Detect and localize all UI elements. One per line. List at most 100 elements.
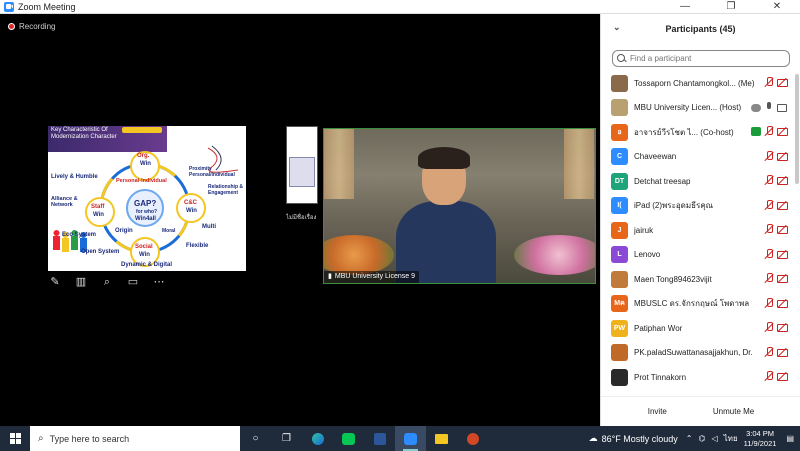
share-toolbar: ✎ ▥ ⌕ ▭ ⋯ [48, 275, 166, 289]
avatar: I( [611, 197, 628, 215]
taskbar-search-text: Type here to search [49, 433, 130, 444]
avatar: DT [611, 172, 628, 190]
participant-row[interactable]: อ อาจารย์วีรโชต ไ... (Co-host) [601, 120, 791, 145]
multi-label: Multi [202, 224, 216, 230]
video-tile[interactable]: ▮ MBU University License 9 [323, 128, 596, 284]
annotate-icon[interactable]: ▥ [74, 275, 88, 289]
dynamic-label: Dynamic & Digital [121, 262, 173, 268]
microphone-muted-icon [764, 77, 774, 88]
recording-label: Recording [19, 22, 56, 31]
cloud-recording-icon [751, 103, 761, 112]
tray-chevron-icon[interactable]: ⌃ [686, 434, 693, 443]
video-off-icon [777, 298, 788, 309]
participant-name: jairuk [634, 225, 654, 235]
participant-name: อาจารย์วีรโชต ไ... (Co-host) [634, 127, 734, 137]
speaker-figure [396, 147, 496, 283]
avatar [611, 368, 628, 386]
screen-icon[interactable]: ▭ [126, 275, 140, 289]
language-indicator[interactable]: ไทย [724, 432, 738, 445]
zoom-icon[interactable]: ⌕ [100, 275, 114, 289]
shared-screen[interactable]: Key Characteristic Of Modernization Char… [48, 126, 246, 271]
video-off-icon [777, 347, 788, 358]
avatar: อ [611, 123, 628, 141]
pen-icon[interactable]: ✎ [48, 275, 62, 289]
participant-name: MBU University Licen... (Host) [634, 103, 742, 113]
gap-sub: for who? [136, 209, 158, 215]
avatar: C [611, 148, 628, 166]
recording-indicator[interactable]: Recording [8, 22, 55, 31]
avatar: L [611, 246, 628, 264]
microphone-icon [764, 101, 774, 113]
participant-search-input[interactable] [630, 54, 780, 63]
participant-status [751, 101, 787, 113]
participant-status [764, 224, 788, 235]
participant-row[interactable]: I(iPad (2)พระอุดมธีรคุณ [601, 194, 791, 219]
word-icon[interactable] [364, 426, 395, 451]
microphone-muted-icon [764, 248, 774, 260]
powerpoint-icon[interactable] [457, 426, 488, 451]
network-icon[interactable]: ⌬ [699, 434, 706, 443]
line-icon[interactable] [333, 426, 364, 451]
clock[interactable]: 3:04 PM 11/9/2021 [744, 429, 777, 449]
thumbnail-image [289, 157, 315, 187]
personal-label: Personal-Individual [116, 178, 167, 184]
org-win: Win [140, 161, 151, 167]
avatar: J [611, 221, 628, 239]
participant-row[interactable]: PW Patiphan Wor [601, 316, 791, 341]
screen-share-icon [751, 127, 761, 136]
curtain-left [324, 129, 354, 199]
zoom-icon[interactable] [395, 426, 426, 451]
microphone-muted-icon [764, 297, 774, 309]
flowers-right [514, 235, 595, 275]
windows-start-icon[interactable] [0, 426, 30, 451]
participant-list: Tossaporn Chantamongkol... (Me) MBU Unive… [601, 71, 791, 393]
maximize-button[interactable]: ❐ [708, 0, 754, 14]
participant-row[interactable]: DT Detchat treesap [601, 169, 791, 194]
chevron-down-icon[interactable]: ⌄ [613, 22, 621, 33]
video-off-icon [777, 175, 788, 186]
participant-row[interactable]: Tossaporn Chantamongkol... (Me) [601, 71, 791, 96]
participant-name: Tossaporn Chantamongkol... (Me) [634, 78, 755, 88]
flexible-label: Flexible [186, 243, 209, 249]
participant-status [764, 346, 788, 358]
task-view-icon[interactable]: ❐ [271, 426, 302, 451]
more-icon[interactable]: ⋯ [152, 275, 166, 289]
participant-row[interactable]: Prot Tinnakorn [601, 365, 791, 390]
notifications-icon[interactable]: ▤ [786, 434, 794, 443]
participant-row[interactable]: L Lenovo [601, 243, 791, 268]
eco-label: Eco System [62, 232, 97, 238]
participant-row[interactable]: Jjairuk [601, 218, 791, 243]
microphone-muted-icon [764, 273, 774, 284]
close-button[interactable]: ✕ [754, 0, 800, 14]
participant-name: Lenovo [634, 250, 661, 260]
edge-icon[interactable] [302, 426, 333, 451]
gap-label: GAP? [134, 199, 157, 208]
minimize-button[interactable]: — [662, 0, 708, 14]
weather-widget[interactable]: ☁ 86°F Mostly cloudy [589, 433, 678, 444]
participant-status [764, 297, 788, 309]
explorer-icon[interactable] [426, 426, 457, 451]
participant-name: Maen Tong894623vijit [634, 274, 712, 284]
participants-panel: ⌄ Participants (45) Tossaporn Chantamong… [600, 14, 800, 426]
participant-row[interactable]: Maen Tong894623vijit [601, 267, 791, 292]
microphone-muted-icon [764, 199, 774, 211]
participant-scrollbar[interactable] [795, 74, 799, 184]
participant-row[interactable]: MBU University Licen... (Host) [601, 96, 791, 121]
slide-thumbnail[interactable] [286, 126, 318, 204]
avatar: Mค [611, 295, 628, 313]
participant-name: MBUSLC ดร.จักรกฤษณ์ โพดาพล [634, 299, 750, 309]
avatar [611, 99, 628, 117]
video-off-icon [777, 126, 788, 137]
alliance-label: Alliance & Network [51, 196, 78, 208]
taskbar-search[interactable]: ⌕ Type here to search [30, 426, 240, 451]
unmute-me-button[interactable]: Unmute Me [707, 404, 760, 419]
participant-row[interactable]: C Chaveewan [601, 145, 791, 170]
video-off-icon [777, 273, 788, 284]
volume-icon[interactable]: ◁ [711, 434, 717, 443]
clock-time: 3:04 PM [746, 428, 774, 438]
cortana-icon[interactable]: ○ [240, 426, 271, 451]
participant-row[interactable]: Mค MBUSLC ดร.จักรกฤษณ์ โพดาพล [601, 292, 791, 317]
participant-row[interactable]: PK.paladSuwattanasajjakhun, Dr. [601, 341, 791, 366]
participant-search[interactable] [612, 50, 790, 67]
invite-button[interactable]: Invite [642, 404, 673, 419]
